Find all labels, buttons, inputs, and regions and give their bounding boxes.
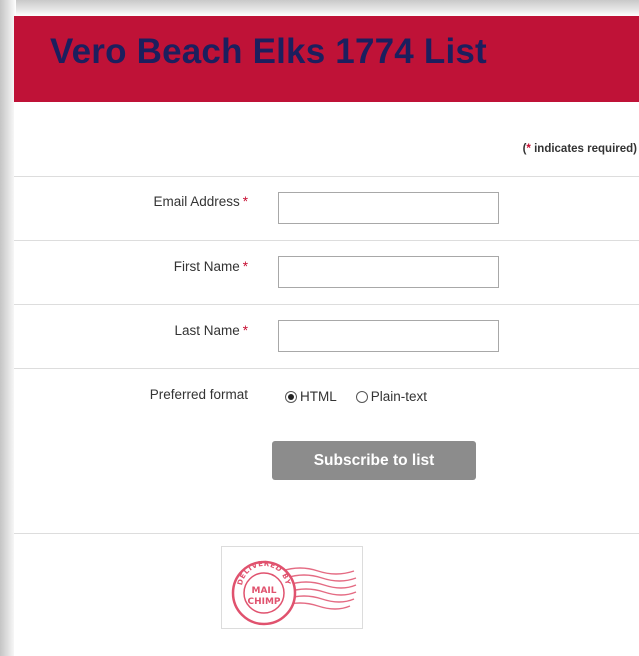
window-shadow-top: [0, 0, 639, 16]
first-name-required-star: *: [242, 259, 248, 274]
divider: [14, 533, 639, 534]
format-radio-group: HTML Plain-text: [285, 389, 427, 404]
email-label-text: Email Address: [153, 194, 240, 209]
email-required-star: *: [242, 194, 248, 209]
email-label: Email Address *: [153, 194, 248, 209]
last-name-label-text: Last Name: [174, 323, 240, 338]
first-name-label: First Name *: [174, 259, 248, 274]
last-name-label: Last Name *: [174, 323, 248, 338]
format-label: Preferred format: [149, 387, 248, 402]
required-note: (* indicates required): [523, 143, 637, 155]
divider: [14, 368, 639, 369]
mailchimp-badge[interactable]: DELIVERED BY MAIL CHIMP: [221, 546, 363, 629]
format-option-html-label: HTML: [300, 389, 337, 404]
divider: [14, 176, 639, 177]
signup-form-panel: Vero Beach Elks 1774 List (* indicates r…: [14, 16, 639, 656]
mailchimp-stamp-icon: DELIVERED BY MAIL CHIMP: [231, 560, 357, 626]
list-title: Vero Beach Elks 1774 List: [50, 32, 487, 71]
last-name-field[interactable]: [278, 320, 499, 352]
radio-plain-text[interactable]: [355, 390, 368, 403]
form-header: Vero Beach Elks 1774 List: [14, 16, 639, 102]
page-frame: Vero Beach Elks 1774 List (* indicates r…: [0, 0, 639, 656]
divider: [14, 240, 639, 241]
first-name-label-text: First Name: [173, 259, 240, 274]
last-name-required-star: *: [242, 323, 248, 338]
format-option-html[interactable]: HTML: [285, 389, 337, 404]
radio-html[interactable]: [285, 390, 297, 403]
email-field[interactable]: [278, 192, 499, 224]
required-note-text: indicates required): [530, 143, 637, 155]
badge-line1: MAIL: [251, 586, 276, 596]
first-name-field[interactable]: [278, 256, 499, 288]
format-option-plain-text[interactable]: Plain-text: [355, 389, 428, 404]
format-option-plain-text-label: Plain-text: [370, 389, 428, 404]
subscribe-button[interactable]: Subscribe to list: [272, 441, 476, 480]
badge-line2: CHIMP: [247, 597, 280, 607]
divider: [14, 304, 639, 305]
